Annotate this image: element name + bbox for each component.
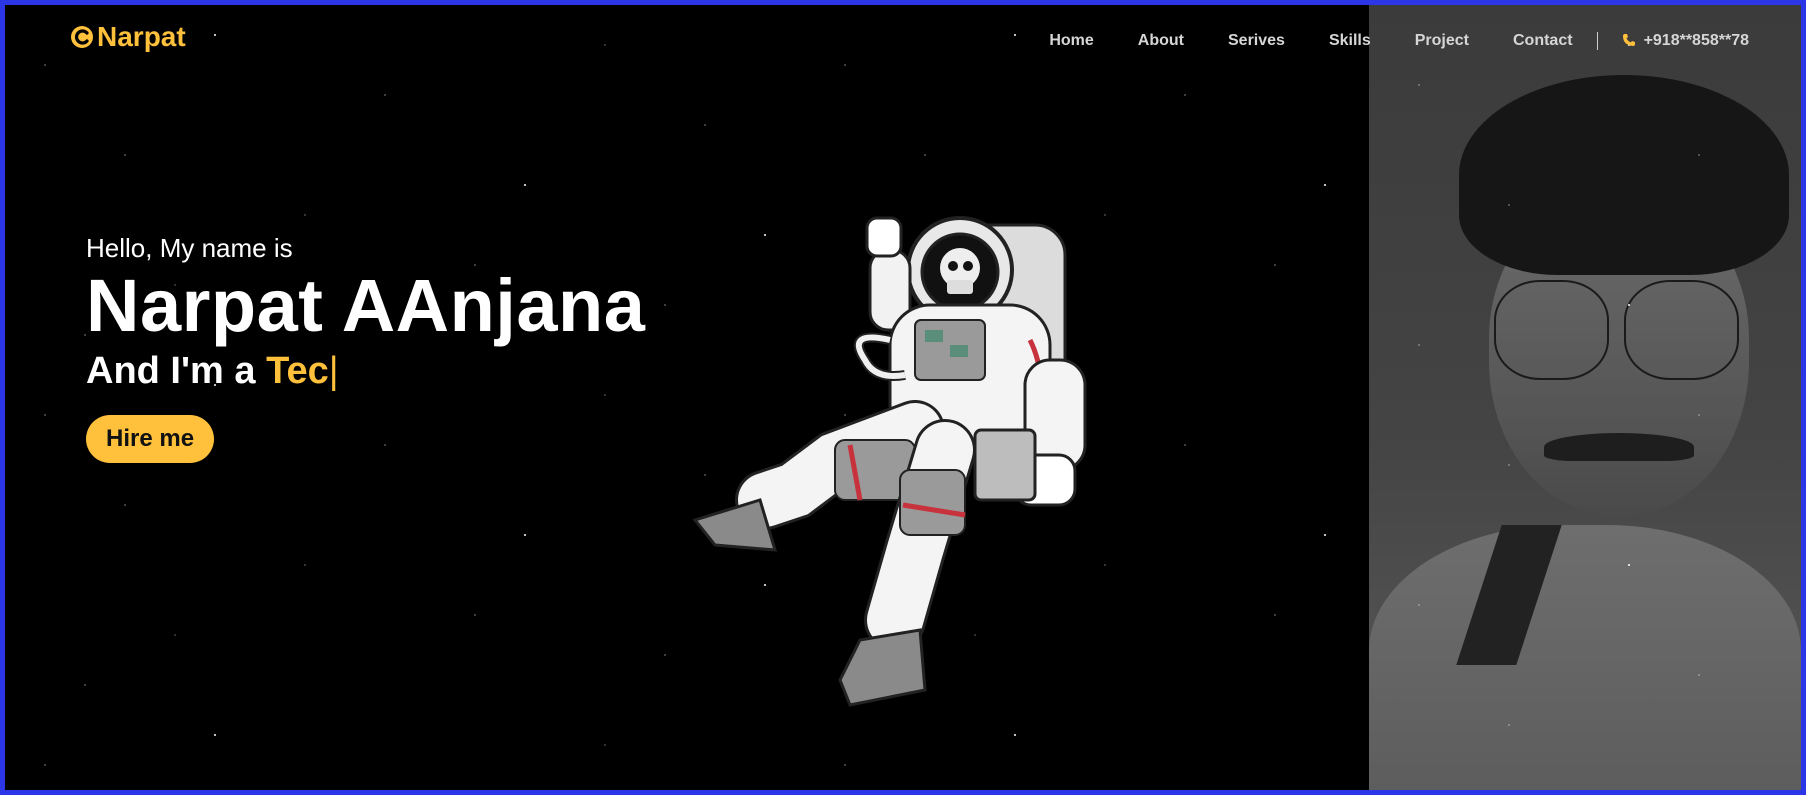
nav-item-about[interactable]: About [1138, 32, 1184, 50]
nav-item-services[interactable]: Serives [1228, 32, 1285, 50]
hero-role-prefix: And I'm a [86, 350, 256, 392]
photo-star-overlay [1369, 5, 1801, 790]
nav-item-project[interactable]: Project [1415, 32, 1469, 50]
nav-item-contact[interactable]: Contact [1513, 32, 1573, 50]
nav-divider [1596, 32, 1598, 50]
typing-caret: | [328, 350, 339, 392]
top-navigation: Narpat Home About Serives Skills Project… [5, 5, 1801, 71]
profile-photo [1369, 5, 1801, 790]
hero-name: Narpat AAnjana [86, 264, 646, 347]
astronaut-illustration [692, 216, 1087, 707]
phone-link[interactable]: +918**858**78 [1622, 32, 1749, 50]
hire-me-button[interactable]: Hire me [86, 415, 215, 463]
hero-greeting: Hello, My name is [86, 233, 293, 263]
brand-logo[interactable]: Narpat [69, 21, 186, 53]
page-frame: Narpat Home About Serives Skills Project… [5, 5, 1801, 790]
c-logo-icon [69, 24, 95, 50]
hero-role: And I'm a Tec| [86, 350, 645, 393]
hero-section: Hello, My name is Narpat AAnjana And I'm… [86, 233, 645, 463]
phone-number: +918**858**78 [1643, 32, 1749, 49]
nav-menu: Home About Serives Skills Project Contac… [1049, 32, 1749, 50]
hero-role-typed: Tec [266, 350, 329, 392]
phone-icon [1622, 33, 1636, 50]
nav-item-home[interactable]: Home [1049, 32, 1093, 50]
brand-name: Narpat [97, 21, 186, 52]
nav-item-skills[interactable]: Skills [1329, 32, 1371, 50]
